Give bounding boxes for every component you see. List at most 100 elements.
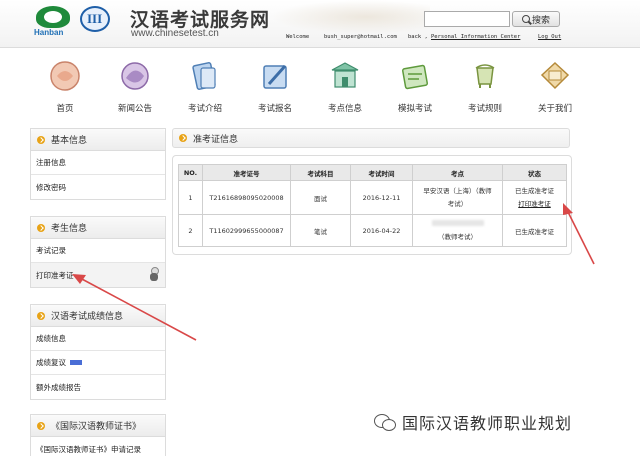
nav-item-news[interactable]: 新闻公告: [100, 50, 170, 120]
chevron-right-icon: [37, 421, 45, 430]
nav-item-venue[interactable]: 考点信息: [310, 50, 380, 120]
search-input[interactable]: [424, 11, 510, 27]
nav-label: 新闻公告: [117, 104, 152, 114]
sidebar-header-label: 基本信息: [51, 136, 88, 146]
page-title: 准考证信息: [193, 134, 239, 145]
exam-venue: 早安汉语（上海）（教师 考试）: [412, 180, 503, 215]
exam-venue: （教师考试）: [412, 214, 503, 247]
banner-decoration: [270, 0, 430, 34]
nav-item-mock[interactable]: 模拟考试: [380, 50, 450, 120]
chevron-right-icon: [37, 135, 45, 144]
sidebar-item-certificate-records[interactable]: 《国际汉语教师证书》申请记录: [31, 437, 165, 456]
sidebar-item-label: 注册信息: [36, 158, 66, 167]
table-row: 1 T21616898095020008 面试 2016-12-11 早安汉语（…: [178, 180, 567, 215]
nav-label: 考试规则: [467, 104, 502, 114]
nav-label: 模拟考试: [397, 104, 432, 114]
hanban-logo[interactable]: Hanban: [32, 6, 74, 38]
ticket-number: T21616898095020008: [202, 180, 291, 215]
exam-subject: 笔试: [290, 214, 351, 247]
new-badge-icon: [70, 360, 82, 365]
wechat-icon: [374, 411, 396, 433]
sidebar-header-label: 《国际汉语教师证书》: [51, 422, 142, 432]
logout-link[interactable]: Log Out: [538, 34, 561, 40]
personal-center-link[interactable]: Personal Information Center: [431, 34, 520, 40]
mascot-icon: [149, 267, 159, 281]
chevron-right-icon: [37, 311, 45, 320]
sidebar-item-score-review[interactable]: 成绩复议: [31, 351, 165, 375]
sidebar-item-print-admission[interactable]: 打印准考证: [31, 263, 165, 287]
venue-blurred: [413, 218, 502, 231]
sidebar-item-exam-records[interactable]: 考试记录: [31, 239, 165, 263]
venue-line: 考试）: [447, 199, 468, 208]
intro-icon: [192, 62, 216, 90]
column-header: 考点: [412, 164, 503, 181]
nav-label: 考点信息: [327, 104, 362, 114]
chevron-right-icon: [37, 223, 45, 232]
sidebar-certificate: 《国际汉语教师证书》 《国际汉语教师证书》申请记录: [30, 414, 166, 456]
nav-item-register[interactable]: 考试报名: [240, 50, 310, 120]
about-icon: [540, 61, 570, 90]
exam-subject: 面试: [290, 180, 351, 215]
site-url: www.chinesetest.cn: [131, 28, 219, 39]
hanban-logo-text: Hanban: [34, 28, 64, 37]
chevron-right-icon: [179, 134, 187, 142]
search-button-label: 搜索: [531, 15, 550, 26]
exam-date: 2016-12-11: [350, 180, 413, 215]
main-section-header: 准考证信息: [172, 128, 570, 148]
ticket-number: T11602999655000087: [202, 214, 291, 247]
admission-table: NO. 准考证号 考试科目 考试时间 考点 状态 1 T216168980950…: [178, 164, 567, 247]
search-icon: [521, 15, 530, 23]
home-icon: [50, 61, 80, 91]
nav-item-about[interactable]: 关于我们: [520, 50, 590, 120]
sidebar-item-label: 成绩复议: [36, 358, 66, 367]
print-admission-link[interactable]: 打印准考证: [503, 198, 566, 211]
status-text: 已生成准考证: [502, 214, 567, 247]
venue-line: （教师考试）: [438, 232, 477, 241]
sidebar-item-label: 额外成绩报告: [36, 382, 81, 392]
sidebar-header: 汉语考试成绩信息: [31, 305, 165, 327]
institute-logo: [80, 6, 110, 36]
watermark: 国际汉语教师职业规划: [374, 410, 572, 434]
sidebar-item-label: 打印准考证: [36, 270, 74, 280]
rules-icon: [475, 64, 495, 88]
main-nav: 首页 新闻公告 考试介绍 考试报名 考点信息 模拟考试 考试规则 关于我们: [0, 50, 640, 122]
sidebar-score-info: 汉语考试成绩信息 成绩信息 成绩复议 额外成绩报告: [30, 304, 166, 400]
sidebar-item-extra-score-report[interactable]: 额外成绩报告: [31, 375, 165, 399]
nav-item-intro[interactable]: 考试介绍: [170, 50, 240, 120]
admission-table-panel: NO. 准考证号 考试科目 考试时间 考点 状态 1 T216168980950…: [172, 155, 572, 255]
register-icon: [263, 65, 287, 89]
site-header: Hanban 汉语考试服务网 www.chinesetest.cn 搜索 Wel…: [0, 0, 640, 48]
mock-icon: [401, 64, 429, 90]
sidebar-header-label: 考生信息: [51, 224, 88, 234]
column-header: 准考证号: [202, 164, 291, 181]
sidebar-item-score-info[interactable]: 成绩信息: [31, 327, 165, 351]
sidebar-header: 基本信息: [31, 129, 165, 151]
table-row: 2 T11602999655000087 笔试 2016-04-22 （教师考试…: [178, 214, 567, 247]
sidebar-item-label: 考试记录: [36, 246, 66, 255]
redacted-text: [431, 219, 484, 226]
nav-label: 首页: [56, 104, 74, 114]
sidebar-candidate-info: 考生信息 考试记录 打印准考证: [30, 216, 166, 288]
nav-item-home[interactable]: 首页: [30, 50, 100, 120]
user-email: bush_super@hotmail.com: [324, 34, 397, 40]
column-header: 考试科目: [290, 164, 351, 181]
welcome-text: Welcome: [286, 34, 310, 40]
nav-item-rules[interactable]: 考试规则: [450, 50, 520, 120]
sidebar-item-label: 成绩信息: [36, 334, 66, 343]
sidebar-item-change-password[interactable]: 修改密码: [31, 175, 165, 199]
column-header: 状态: [502, 164, 567, 181]
venue-icon: [331, 62, 359, 88]
sidebar-header: 考生信息: [31, 217, 165, 239]
sidebar-item-registration-info[interactable]: 注册信息: [31, 151, 165, 175]
hanban-logo-icon: [36, 6, 70, 28]
nav-label: 考试报名: [257, 104, 292, 114]
exam-date: 2016-04-22: [350, 214, 413, 247]
sidebar-header: 《国际汉语教师证书》: [31, 415, 165, 437]
nav-label: 关于我们: [537, 104, 572, 114]
status-text: 已生成准考证: [515, 186, 554, 195]
institute-logo-icon: [80, 6, 110, 32]
nav-label: 考试介绍: [187, 104, 222, 114]
sidebar-item-label: 《国际汉语教师证书》申请记录: [36, 444, 141, 454]
sidebar-header-label: 汉语考试成绩信息: [51, 312, 124, 322]
search-button[interactable]: 搜索: [512, 11, 560, 27]
